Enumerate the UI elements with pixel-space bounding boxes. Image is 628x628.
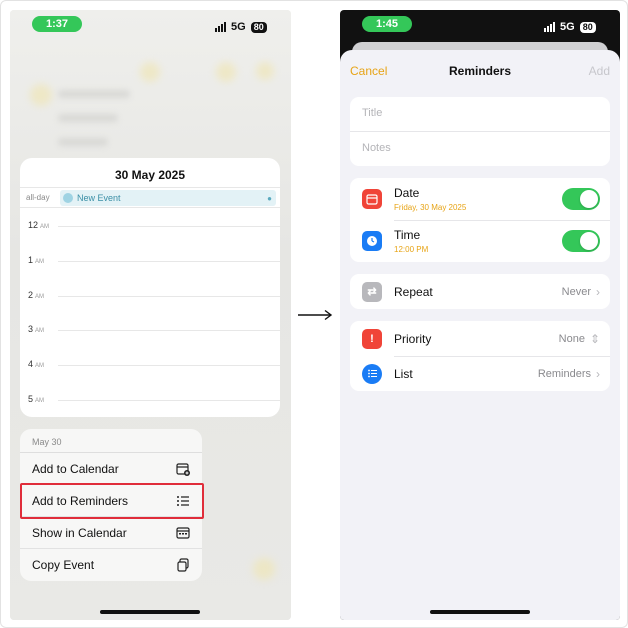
priority-label: Priority — [394, 331, 432, 346]
status-time: 1:37 — [32, 16, 82, 32]
time-label: Time — [394, 228, 421, 242]
battery-icon: 80 — [579, 21, 596, 33]
blurred-shape — [253, 558, 275, 580]
new-reminder-sheet: Cancel Reminders Add Title Notes Date Fr… — [340, 50, 620, 620]
signal-icon — [215, 22, 226, 32]
network-label: 5G — [231, 21, 246, 33]
repeat-label: Repeat — [394, 284, 433, 299]
menu-item-copy-event[interactable]: Copy Event — [20, 549, 202, 581]
list-row[interactable]: List Reminders › — [350, 356, 610, 391]
hour-grid: 12 AM 1 AM 2 AM 3 AM 4 AM 5 AM — [20, 208, 280, 413]
context-menu-header: May 30 — [20, 429, 202, 453]
repeat-row[interactable]: ⇄ Repeat Never › — [350, 274, 610, 309]
hour-row: 1 AM — [20, 255, 280, 296]
menu-item-add-to-reminders[interactable]: Add to Reminders — [20, 485, 202, 517]
chevron-right-icon: › — [596, 366, 600, 381]
date-time-group: Date Friday, 30 May 2025 Time 12:00 PM — [350, 178, 610, 262]
context-menu: May 30 Add to Calendar Add to Reminders … — [20, 429, 202, 581]
calendar-date-title: 30 May 2025 — [20, 158, 280, 188]
date-toggle[interactable] — [562, 188, 600, 210]
list-icon — [362, 363, 382, 384]
home-indicator[interactable] — [100, 610, 200, 614]
network-label: 5G — [560, 21, 575, 33]
exclamation-icon: ! — [362, 328, 382, 349]
hour-row: 2 AM — [20, 290, 280, 331]
calendar-icon — [176, 527, 190, 539]
title-notes-group: Title Notes — [350, 97, 610, 166]
time-row[interactable]: Time 12:00 PM — [350, 220, 610, 262]
sheet-nav-bar: Cancel Reminders Add — [340, 50, 620, 90]
menu-item-label: Add to Reminders — [32, 493, 129, 508]
blurred-text — [58, 114, 118, 122]
copy-icon — [177, 558, 189, 572]
blurred-shape — [140, 62, 160, 82]
time-value: 12:00 PM — [394, 245, 429, 254]
event-chip[interactable]: New Event ● — [60, 190, 276, 206]
left-phone-screen: 1:37 5G 80 30 May 2025 all-day New Event… — [10, 10, 291, 620]
chevron-right-icon: › — [596, 284, 600, 299]
menu-item-show-in-calendar[interactable]: Show in Calendar — [20, 517, 202, 549]
notes-field[interactable]: Notes — [350, 131, 610, 165]
person-icon: ● — [267, 193, 272, 203]
hour-row: 4 AM — [20, 359, 280, 400]
priority-value: None — [558, 332, 585, 345]
hour-row: 3 AM — [20, 324, 280, 365]
menu-item-label: Copy Event — [32, 558, 95, 572]
date-label: Date — [394, 186, 420, 200]
add-button[interactable]: Add — [589, 64, 610, 78]
blurred-shape — [216, 62, 236, 82]
status-time: 1:45 — [362, 16, 412, 32]
calendar-icon — [362, 189, 382, 209]
list-label: List — [394, 366, 413, 381]
event-title: New Event — [77, 193, 121, 203]
status-indicators: 5G 80 — [215, 21, 267, 33]
hour-row: 12 AM — [20, 220, 280, 261]
title-field[interactable]: Title — [350, 97, 610, 131]
hour-row: 5 AM — [20, 394, 280, 417]
home-indicator[interactable] — [430, 610, 530, 614]
repeat-icon: ⇄ — [362, 281, 382, 302]
blurred-shape — [30, 84, 52, 106]
menu-item-add-to-calendar[interactable]: Add to Calendar — [20, 453, 202, 485]
sheet-title: Reminders — [448, 64, 512, 78]
blurred-shape — [256, 62, 274, 80]
list-value: Reminders — [537, 367, 591, 380]
priority-row[interactable]: ! Priority None ⇕ — [350, 321, 610, 356]
comparison-frame: 1:37 5G 80 30 May 2025 all-day New Event… — [0, 0, 628, 628]
time-toggle[interactable] — [562, 230, 600, 252]
allday-label: all-day — [26, 193, 50, 202]
blurred-text — [58, 90, 130, 98]
right-phone-screen: 1:45 5G 80 Cancel Reminders Add Title No… — [340, 10, 620, 620]
date-row[interactable]: Date Friday, 30 May 2025 — [350, 178, 610, 220]
arrow-right-icon — [298, 309, 333, 321]
chevron-up-down-icon: ⇕ — [589, 331, 600, 346]
clock-icon — [362, 231, 382, 251]
status-indicators: 5G 80 — [544, 21, 596, 33]
priority-list-group: ! Priority None ⇕ List Reminders › — [350, 321, 610, 391]
signal-icon — [544, 22, 555, 32]
event-icon — [63, 193, 73, 203]
repeat-value: Never — [561, 285, 591, 298]
battery-icon: 80 — [250, 21, 267, 33]
date-value: Friday, 30 May 2025 — [394, 203, 467, 212]
menu-item-label: Show in Calendar — [32, 525, 127, 540]
repeat-group: ⇄ Repeat Never › — [350, 274, 610, 309]
list-icon — [177, 496, 189, 506]
calendar-add-icon — [176, 463, 190, 476]
allday-row: all-day New Event ● — [20, 188, 280, 208]
menu-item-label: Add to Calendar — [32, 461, 119, 476]
blurred-text — [58, 138, 108, 146]
calendar-preview-card: 30 May 2025 all-day New Event ● 12 AM 1 AM… — [20, 158, 280, 417]
